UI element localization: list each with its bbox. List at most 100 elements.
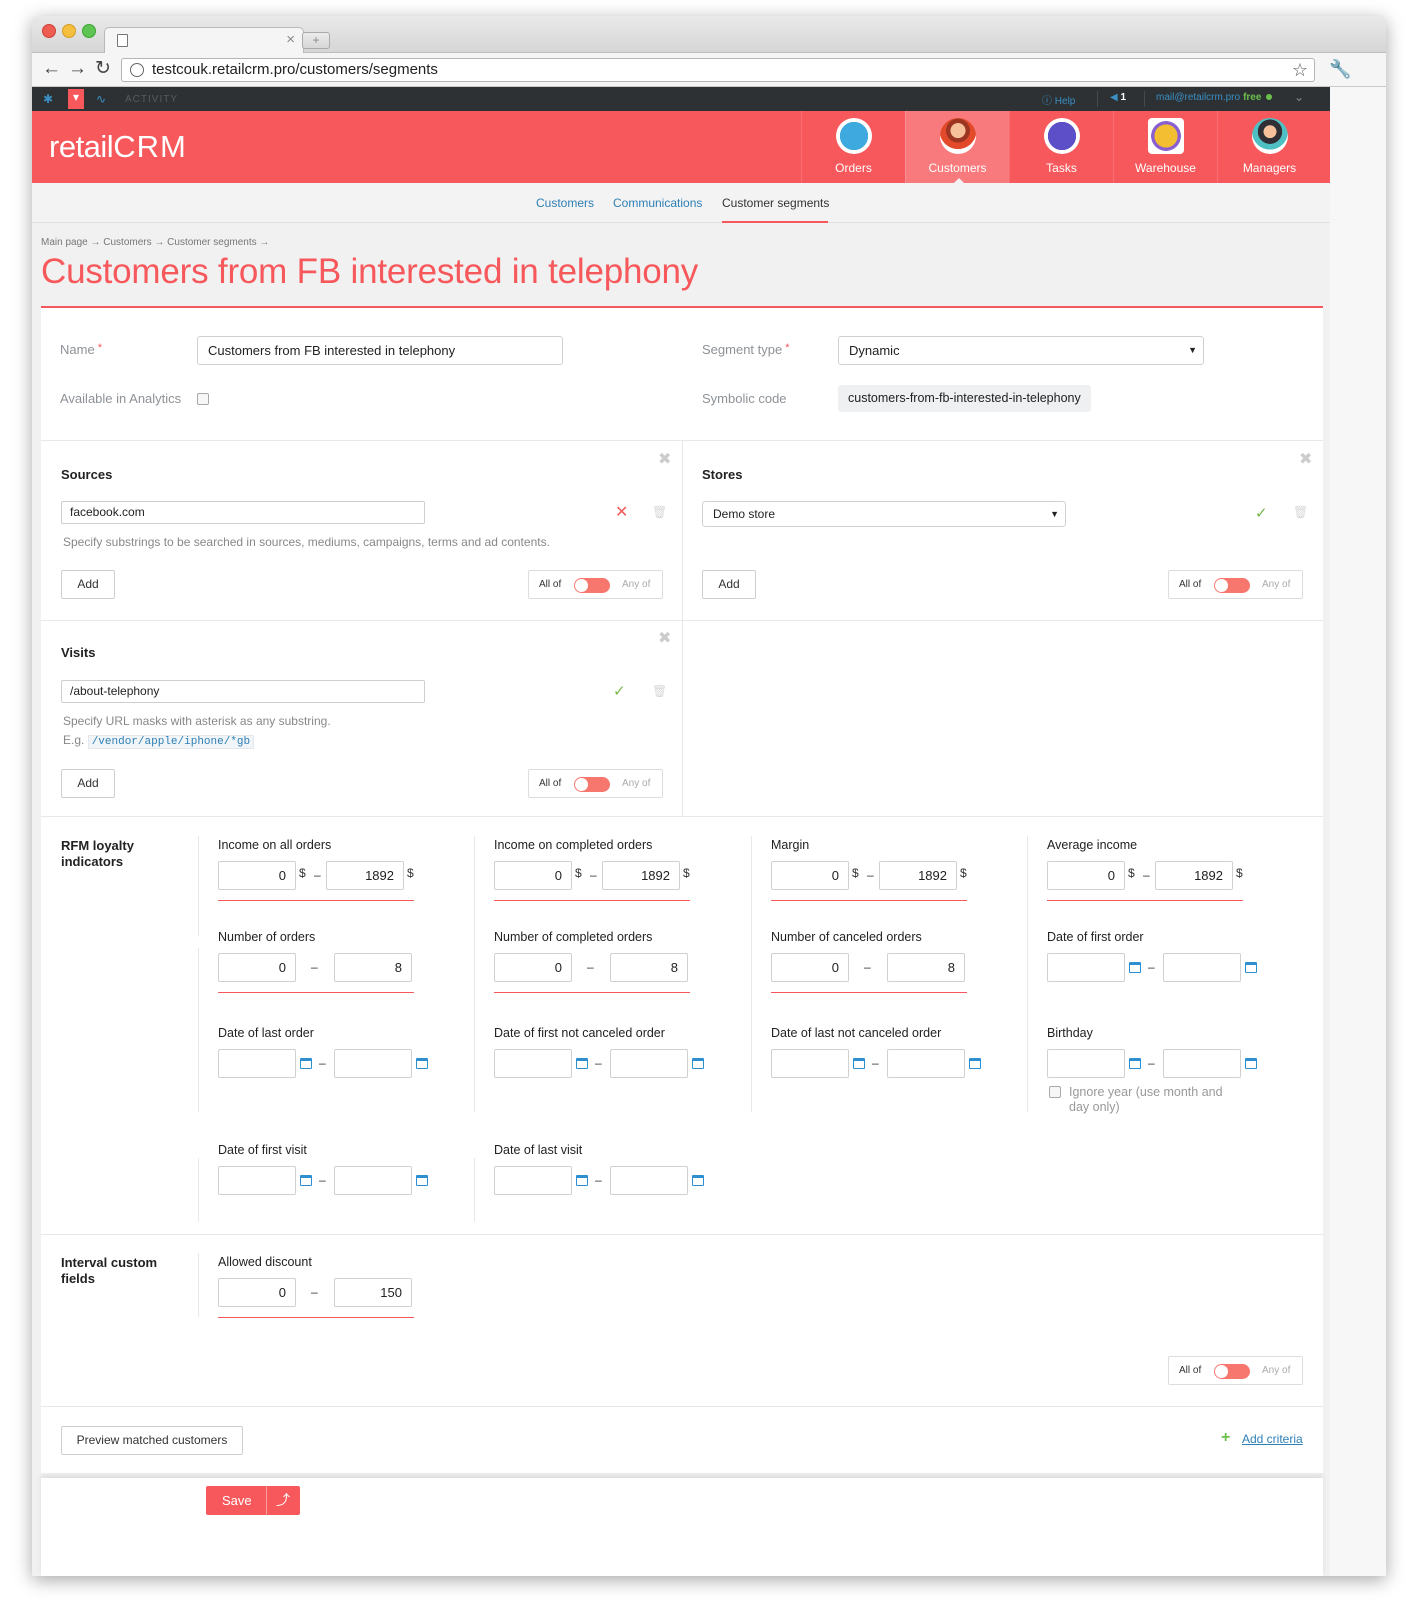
- add-source-button[interactable]: Add: [61, 570, 115, 599]
- name-input[interactable]: Customers from FB interested in telephon…: [197, 336, 563, 365]
- calendar-icon[interactable]: [300, 1175, 312, 1186]
- calendar-icon[interactable]: [1129, 1058, 1141, 1069]
- save-button[interactable]: Save ⤴: [206, 1486, 300, 1515]
- bookmark-star-icon[interactable]: ☆: [1292, 59, 1308, 81]
- trash-icon[interactable]: 🗑: [1293, 505, 1308, 519]
- notifications-button[interactable]: ◀ 1: [1110, 92, 1126, 103]
- visit-url-input[interactable]: /about-telephony: [61, 680, 425, 703]
- income-completed-to-input[interactable]: 1892: [602, 861, 680, 890]
- birthday-to-input[interactable]: [1163, 1049, 1241, 1078]
- chevron-down-icon[interactable]: ⌄: [1294, 90, 1304, 104]
- source-input[interactable]: facebook.com: [61, 501, 425, 524]
- date-last-not-canceled-from-input[interactable]: [771, 1049, 849, 1078]
- plus-icon[interactable]: +: [1221, 1429, 1230, 1447]
- url-input[interactable]: testcouk.retailcrm.pro/customers/segment…: [121, 58, 1315, 82]
- calendar-icon[interactable]: [1245, 1058, 1257, 1069]
- new-tab-button[interactable]: +: [302, 32, 330, 49]
- page-scrollbar[interactable]: [1330, 87, 1386, 1576]
- nav-warehouse[interactable]: Warehouse: [1113, 111, 1217, 183]
- date-first-not-canceled-to-input[interactable]: [610, 1049, 688, 1078]
- subnav-customers[interactable]: Customers: [536, 196, 594, 210]
- add-visit-button[interactable]: Add: [61, 769, 115, 798]
- browser-tab[interactable]: ×: [104, 27, 304, 53]
- cross-icon[interactable]: ✕: [615, 502, 628, 522]
- toggle-switch[interactable]: [574, 777, 610, 792]
- check-icon[interactable]: ✓: [613, 682, 626, 700]
- visits-match-toggle[interactable]: All of Any of: [528, 769, 663, 798]
- ignore-year-checkbox[interactable]: [1049, 1086, 1061, 1098]
- birthday-from-input[interactable]: [1047, 1049, 1125, 1078]
- subnav-communications[interactable]: Communications: [613, 196, 702, 210]
- account-menu[interactable]: mail@retailcrm.pro free: [1156, 92, 1273, 103]
- num-completed-to-input[interactable]: 8: [610, 953, 688, 982]
- help-link[interactable]: ⓘ Help: [1042, 92, 1075, 107]
- cart-icon[interactable]: ▾: [68, 89, 84, 109]
- reload-icon[interactable]: ↻: [95, 59, 111, 79]
- add-criteria-link[interactable]: Add criteria: [1242, 1432, 1303, 1446]
- analytics-checkbox[interactable]: [197, 393, 209, 405]
- calendar-icon[interactable]: [692, 1175, 704, 1186]
- preview-matched-customers-button[interactable]: Preview matched customers: [61, 1426, 243, 1455]
- calendar-icon[interactable]: [576, 1058, 588, 1069]
- date-first-order-to-input[interactable]: [1163, 953, 1241, 982]
- calendar-icon[interactable]: [300, 1058, 312, 1069]
- num-completed-from-input[interactable]: 0: [494, 953, 572, 982]
- maximize-window-button[interactable]: [82, 24, 96, 38]
- minimize-window-button[interactable]: [62, 24, 76, 38]
- date-last-visit-from-input[interactable]: [494, 1166, 572, 1195]
- calendar-icon[interactable]: [969, 1058, 981, 1069]
- tab-close-icon[interactable]: ×: [286, 31, 295, 48]
- date-first-visit-from-input[interactable]: [218, 1166, 296, 1195]
- margin-to-input[interactable]: 1892: [879, 861, 957, 890]
- back-arrow-icon[interactable]: ←: [42, 59, 61, 79]
- num-canceled-from-input[interactable]: 0: [771, 953, 849, 982]
- num-orders-from-input[interactable]: 0: [218, 953, 296, 982]
- trash-icon[interactable]: 🗑: [652, 505, 667, 519]
- close-icon[interactable]: ✖: [658, 628, 671, 648]
- chart-icon[interactable]: ∿: [93, 91, 109, 107]
- calendar-icon[interactable]: [576, 1175, 588, 1186]
- save-and-exit-arrow-icon[interactable]: ⤴: [276, 1490, 290, 1510]
- breadcrumb[interactable]: Main page → Customers → Customer segment…: [41, 237, 269, 248]
- nav-managers[interactable]: Managers: [1217, 111, 1321, 183]
- nav-orders[interactable]: Orders: [801, 111, 905, 183]
- calendar-icon[interactable]: [853, 1058, 865, 1069]
- toggle-switch[interactable]: [574, 578, 610, 593]
- income-all-to-input[interactable]: 1892: [326, 861, 404, 890]
- calendar-icon[interactable]: [692, 1058, 704, 1069]
- allowed-discount-to-input[interactable]: 150: [334, 1278, 412, 1307]
- gear-icon[interactable]: ✱: [40, 91, 56, 107]
- calendar-icon[interactable]: [416, 1058, 428, 1069]
- store-select[interactable]: Demo store ▼: [702, 501, 1066, 527]
- income-all-from-input[interactable]: 0: [218, 861, 296, 890]
- date-last-not-canceled-to-input[interactable]: [887, 1049, 965, 1078]
- close-window-button[interactable]: [42, 24, 56, 38]
- average-income-from-input[interactable]: 0: [1047, 861, 1125, 890]
- date-last-visit-to-input[interactable]: [610, 1166, 688, 1195]
- sources-match-toggle[interactable]: All of Any of: [528, 570, 663, 599]
- check-icon[interactable]: ✓: [1255, 504, 1268, 522]
- toggle-switch[interactable]: [1214, 1364, 1250, 1379]
- trash-icon[interactable]: 🗑: [652, 684, 667, 698]
- activity-label[interactable]: ACTIVITY: [125, 94, 178, 105]
- wrench-icon[interactable]: 🔧: [1329, 59, 1351, 80]
- date-first-not-canceled-from-input[interactable]: [494, 1049, 572, 1078]
- close-icon[interactable]: ✖: [1299, 449, 1312, 469]
- num-orders-to-input[interactable]: 8: [334, 953, 412, 982]
- date-last-order-from-input[interactable]: [218, 1049, 296, 1078]
- add-store-button[interactable]: Add: [702, 570, 756, 599]
- criteria-match-toggle[interactable]: All of Any of: [1168, 1356, 1303, 1385]
- calendar-icon[interactable]: [1245, 962, 1257, 973]
- date-first-visit-to-input[interactable]: [334, 1166, 412, 1195]
- average-income-to-input[interactable]: 1892: [1155, 861, 1233, 890]
- num-canceled-to-input[interactable]: 8: [887, 953, 965, 982]
- nav-tasks[interactable]: Tasks: [1009, 111, 1113, 183]
- forward-arrow-icon[interactable]: →: [68, 59, 87, 79]
- nav-customers[interactable]: Customers: [905, 111, 1009, 183]
- subnav-customer-segments[interactable]: Customer segments: [722, 196, 829, 210]
- calendar-icon[interactable]: [416, 1175, 428, 1186]
- retailcrm-logo[interactable]: retailCRM: [49, 129, 187, 165]
- date-last-order-to-input[interactable]: [334, 1049, 412, 1078]
- segment-type-select[interactable]: Dynamic ▼: [838, 336, 1204, 365]
- date-first-order-from-input[interactable]: [1047, 953, 1125, 982]
